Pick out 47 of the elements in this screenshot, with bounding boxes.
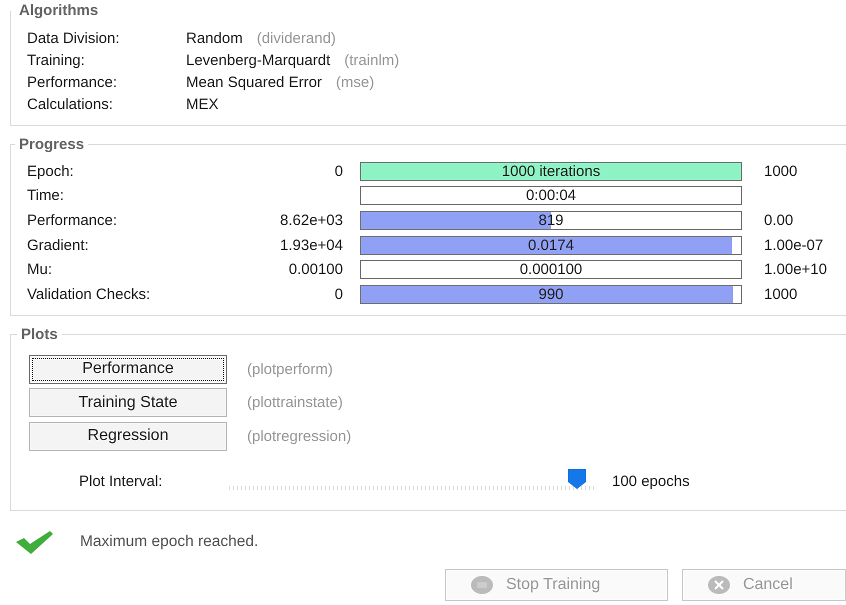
start-value: 8.62e+03 — [280, 212, 343, 229]
progress-bar: 1000 iterations — [360, 162, 742, 181]
end-value: 1.00e-07 — [764, 236, 824, 254]
group-title: Progress — [18, 136, 86, 153]
function-name: (trainlm) — [344, 52, 400, 68]
progress-label: Performance: — [27, 212, 118, 229]
end-value: 0.00 — [764, 212, 794, 229]
status-message: Maximum epoch reached. — [80, 533, 258, 552]
field-label: Training: — [27, 52, 86, 68]
checkmark-icon — [14, 529, 54, 556]
progress-bar: 990 — [360, 284, 742, 304]
start-value: 0.00100 — [288, 261, 343, 278]
progress-label: Epoch: — [27, 162, 75, 180]
field-value: MEX — [186, 96, 219, 112]
progress-label: Validation Checks: — [27, 286, 152, 303]
field-label: Data Division: — [27, 30, 121, 46]
progress-bar: 819 — [360, 210, 742, 230]
function-name: (mse) — [336, 74, 374, 90]
start-value: 0 — [334, 162, 343, 180]
function-name: (dividerand) — [256, 30, 336, 46]
progress-label: Mu: — [27, 261, 54, 278]
slider-value: 100 epochs — [612, 472, 690, 490]
function-name: (plotperform) — [247, 360, 333, 378]
field-value: Levenberg-Marquardt — [186, 52, 330, 68]
group-title: Plots — [20, 326, 59, 343]
function-name: (plottrainstate) — [247, 394, 343, 412]
start-value: 0 — [334, 286, 343, 303]
field-label: Calculations: — [27, 96, 114, 112]
start-value: 1.93e+04 — [280, 236, 343, 254]
end-value: 1000 — [764, 162, 798, 180]
group-title: Algorithms — [18, 2, 100, 19]
stop-icon — [470, 575, 494, 596]
cancel-icon — [706, 575, 731, 596]
function-name: (plotregression) — [247, 428, 352, 445]
progress-label: Time: — [27, 187, 65, 204]
plot-button[interactable]: Training State — [29, 388, 227, 418]
plot-button[interactable]: Performance — [29, 354, 227, 384]
progress-bar: 0.0174 — [360, 236, 742, 255]
slider-label: Plot Interval: — [79, 472, 164, 490]
field-value: Mean Squared Error — [186, 74, 322, 90]
slider-thumb[interactable] — [567, 468, 588, 490]
end-value: 1000 — [764, 286, 798, 303]
plot-button[interactable]: Regression — [29, 422, 227, 451]
field-label: Performance: — [27, 74, 118, 90]
field-value: Random — [186, 30, 243, 46]
progress-label: Gradient: — [27, 236, 90, 254]
end-value: 1.00e+10 — [764, 261, 827, 278]
